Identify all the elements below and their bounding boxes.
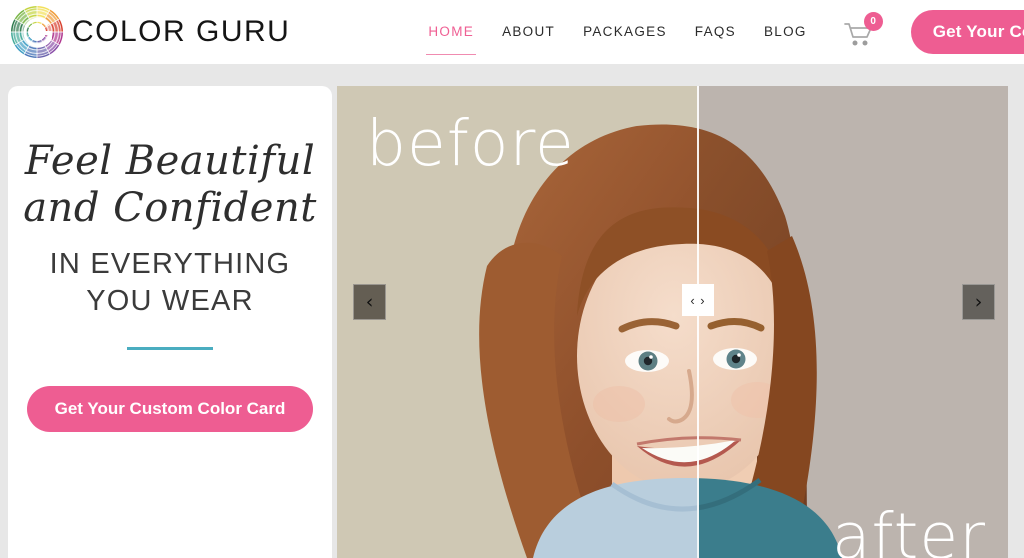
hero-headline-thin: IN EVERYTHING YOU WEAR [50,246,291,320]
nav-item-faqs[interactable]: FAQS [681,17,750,47]
slider-divider-line [697,86,699,558]
hero-headline-thin-line2: YOU WEAR [86,285,254,318]
label-after: after [831,500,986,558]
get-your-colors-button[interactable]: Get Your Colors! [910,10,1024,54]
nav-item-about[interactable]: ABOUT [488,17,569,47]
site-header: COLOR GURU HOME ABOUT PACKAGES FAQS BLOG… [0,0,1024,64]
nav-item-packages[interactable]: PACKAGES [569,17,681,47]
label-before: before [366,107,575,180]
logo[interactable]: COLOR GURU [8,3,290,61]
main-nav: HOME ABOUT PACKAGES FAQS BLOG 0 Get Your… [414,10,1024,55]
hero-headline-script: Feel Beautiful and Confident [23,138,317,232]
color-wheel-logo-icon [8,3,66,61]
cart-count-badge: 0 [863,12,883,31]
hero-headline-script-line2: and Confident [23,185,317,232]
nav-item-blog[interactable]: BLOG [750,17,821,47]
hero-text-card: Feel Beautiful and Confident IN EVERYTHI… [8,86,332,558]
nav-item-home[interactable]: HOME [414,17,488,55]
slider-handle[interactable]: ‹ › [682,284,714,316]
get-custom-color-card-button[interactable]: Get Your Custom Color Card [26,385,314,432]
carousel-next-arrow-icon[interactable]: › [962,284,995,320]
hero-section: Feel Beautiful and Confident IN EVERYTHI… [0,64,1024,558]
before-after-slider[interactable]: before after ‹ › ‹ › [337,86,1008,558]
carousel-prev-arrow-icon[interactable]: ‹ [353,284,386,320]
teal-divider [127,346,213,350]
hero-headline-script-line1: Feel Beautiful [24,138,316,184]
logo-text: COLOR GURU [72,15,291,48]
hero-headline-thin-line1: IN EVERYTHING [49,248,291,281]
cart-button[interactable]: 0 [843,12,885,52]
